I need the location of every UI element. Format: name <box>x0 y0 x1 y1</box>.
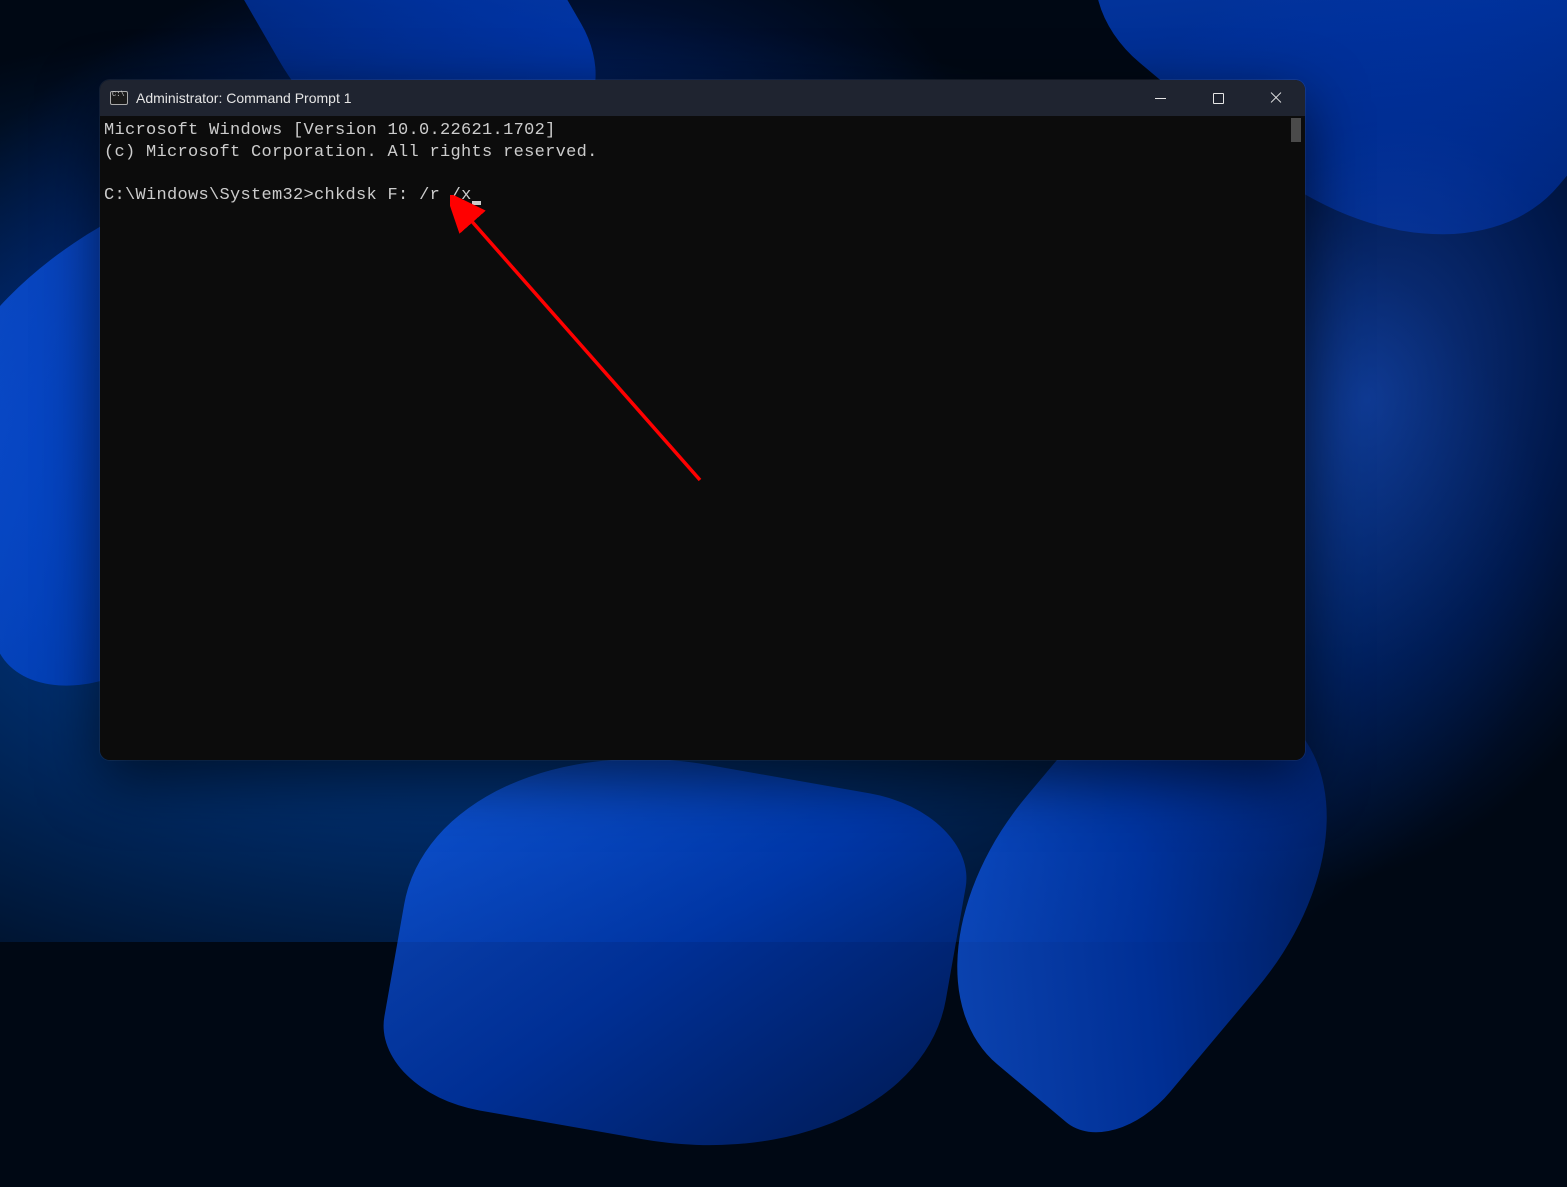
prompt-text: C:\Windows\System32> <box>104 186 314 205</box>
close-button[interactable] <box>1247 80 1305 116</box>
version-line: Microsoft Windows [Version 10.0.22621.17… <box>104 121 556 140</box>
terminal-body[interactable]: Microsoft Windows [Version 10.0.22621.17… <box>100 116 1305 760</box>
minimize-button[interactable] <box>1131 80 1189 116</box>
window-title: Administrator: Command Prompt 1 <box>136 90 352 106</box>
maximize-icon <box>1213 93 1224 104</box>
command-input[interactable]: chkdsk F: /r /x <box>314 186 472 205</box>
window-controls <box>1131 80 1305 116</box>
cmd-icon <box>110 91 128 105</box>
scrollbar-track[interactable] <box>1291 118 1303 758</box>
command-prompt-window: Administrator: Command Prompt 1 Microsof… <box>100 80 1305 760</box>
cursor <box>472 201 481 205</box>
minimize-icon <box>1155 98 1166 99</box>
maximize-button[interactable] <box>1189 80 1247 116</box>
window-titlebar[interactable]: Administrator: Command Prompt 1 <box>100 80 1305 116</box>
copyright-line: (c) Microsoft Corporation. All rights re… <box>104 143 598 162</box>
terminal-output: Microsoft Windows [Version 10.0.22621.17… <box>104 120 1301 206</box>
scrollbar-thumb[interactable] <box>1291 118 1301 142</box>
close-icon <box>1270 92 1282 104</box>
